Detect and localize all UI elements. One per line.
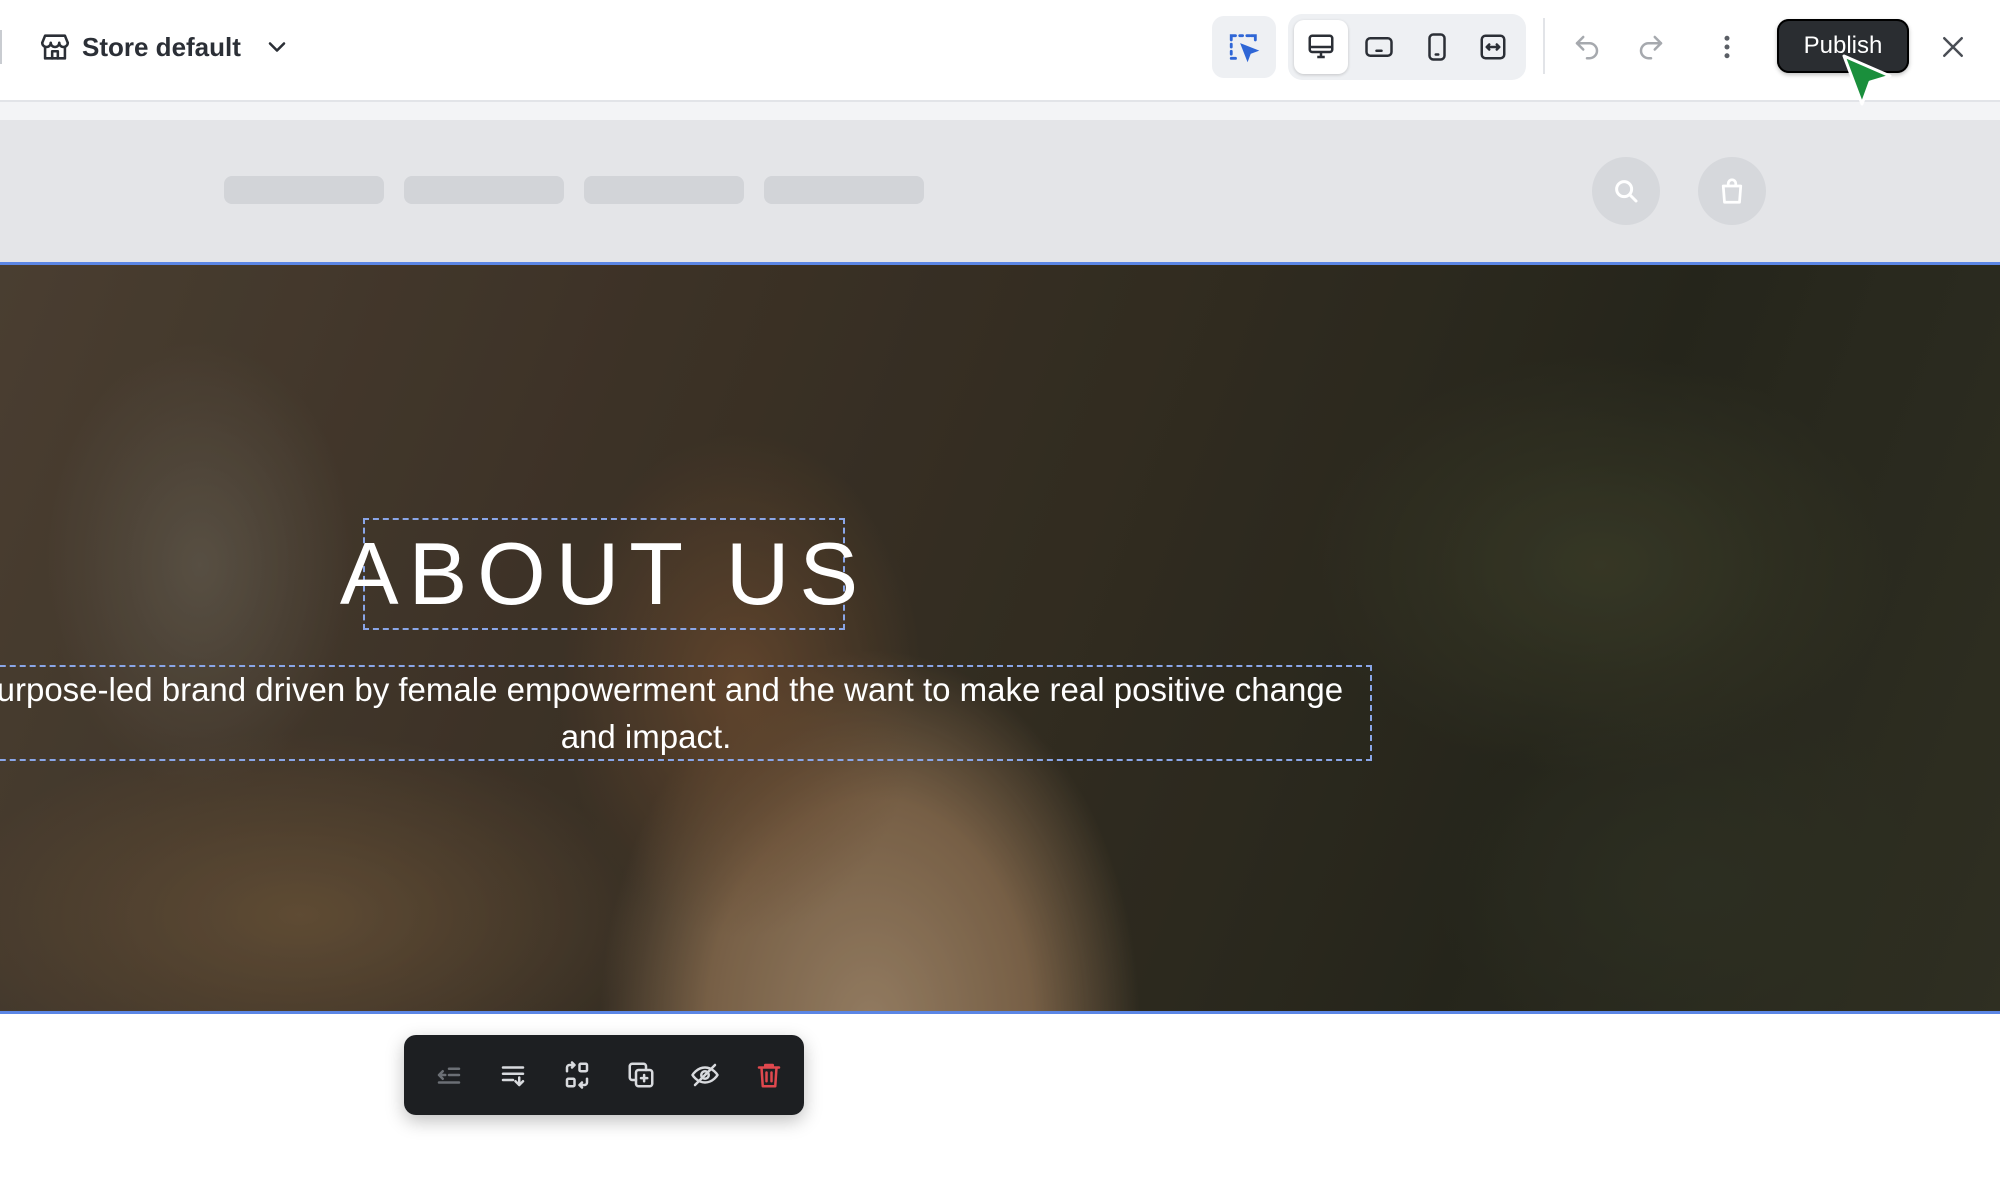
- nav-link-placeholder: [224, 176, 384, 204]
- tablet-landscape-icon: [1363, 32, 1395, 62]
- tablet-view-button[interactable]: [1352, 20, 1406, 74]
- outdent-icon: [434, 1060, 464, 1090]
- swap-button[interactable]: [552, 1050, 602, 1100]
- outdent-button[interactable]: [424, 1050, 474, 1100]
- hero-title: ABOUT US: [339, 524, 869, 623]
- duplicate-button[interactable]: [616, 1050, 666, 1100]
- nav-link-placeholder: [764, 176, 924, 204]
- hero-text-selection[interactable]: A purpose-led brand driven by female emp…: [0, 665, 1372, 761]
- swap-icon: [562, 1060, 592, 1090]
- mouse-cursor-icon: [1838, 52, 1898, 112]
- search-icon: [1611, 176, 1641, 206]
- toolbar-divider: [0, 30, 2, 64]
- wrap-text-button[interactable]: [488, 1050, 538, 1100]
- hero-title-selection[interactable]: ABOUT US: [340, 518, 858, 630]
- fit-width-icon: [1478, 32, 1508, 62]
- hide-icon: [690, 1060, 720, 1090]
- delete-button[interactable]: [744, 1050, 794, 1100]
- delete-icon: [754, 1060, 784, 1090]
- close-icon: [1938, 32, 1968, 62]
- more-vertical-icon: [1712, 32, 1742, 62]
- nav-link-placeholder: [584, 176, 744, 204]
- duplicate-icon: [626, 1060, 656, 1090]
- device-preview-group: [1288, 14, 1526, 80]
- hero-background-image: [0, 265, 2000, 1011]
- wrap-text-icon: [498, 1060, 528, 1090]
- redo-button[interactable]: [1626, 22, 1676, 72]
- select-tool-button[interactable]: [1212, 16, 1276, 78]
- store-selector[interactable]: Store default: [38, 22, 291, 72]
- undo-icon: [1572, 32, 1602, 62]
- site-header-placeholder[interactable]: [0, 120, 2000, 262]
- store-selector-label: Store default: [82, 31, 241, 62]
- chevron-down-icon: [263, 33, 291, 61]
- nav-link-placeholder: [404, 176, 564, 204]
- desktop-icon: [1306, 32, 1336, 62]
- canvas-background: [0, 102, 2000, 120]
- close-editor-button[interactable]: [1928, 22, 1978, 72]
- undo-button[interactable]: [1562, 22, 1612, 72]
- cart-button-placeholder[interactable]: [1698, 157, 1766, 225]
- hide-button[interactable]: [680, 1050, 730, 1100]
- toolbar-divider: [1543, 18, 1545, 74]
- fit-width-view-button[interactable]: [1466, 20, 1520, 74]
- mobile-icon: [1422, 32, 1452, 62]
- more-options-button[interactable]: [1702, 22, 1752, 72]
- search-button-placeholder[interactable]: [1592, 157, 1660, 225]
- redo-icon: [1636, 32, 1666, 62]
- editor-toolbar: Store default Publish: [0, 0, 2000, 102]
- hero-description: A purpose-led brand driven by female emp…: [0, 671, 1344, 755]
- shopping-bag-icon: [1717, 176, 1747, 206]
- select-cursor-icon: [1227, 30, 1261, 64]
- block-action-toolbar: [404, 1035, 804, 1115]
- mobile-view-button[interactable]: [1410, 20, 1464, 74]
- store-icon: [38, 30, 72, 64]
- desktop-view-button[interactable]: [1294, 20, 1348, 74]
- hero-section-selected[interactable]: ABOUT US A purpose-led brand driven by f…: [0, 262, 2000, 1014]
